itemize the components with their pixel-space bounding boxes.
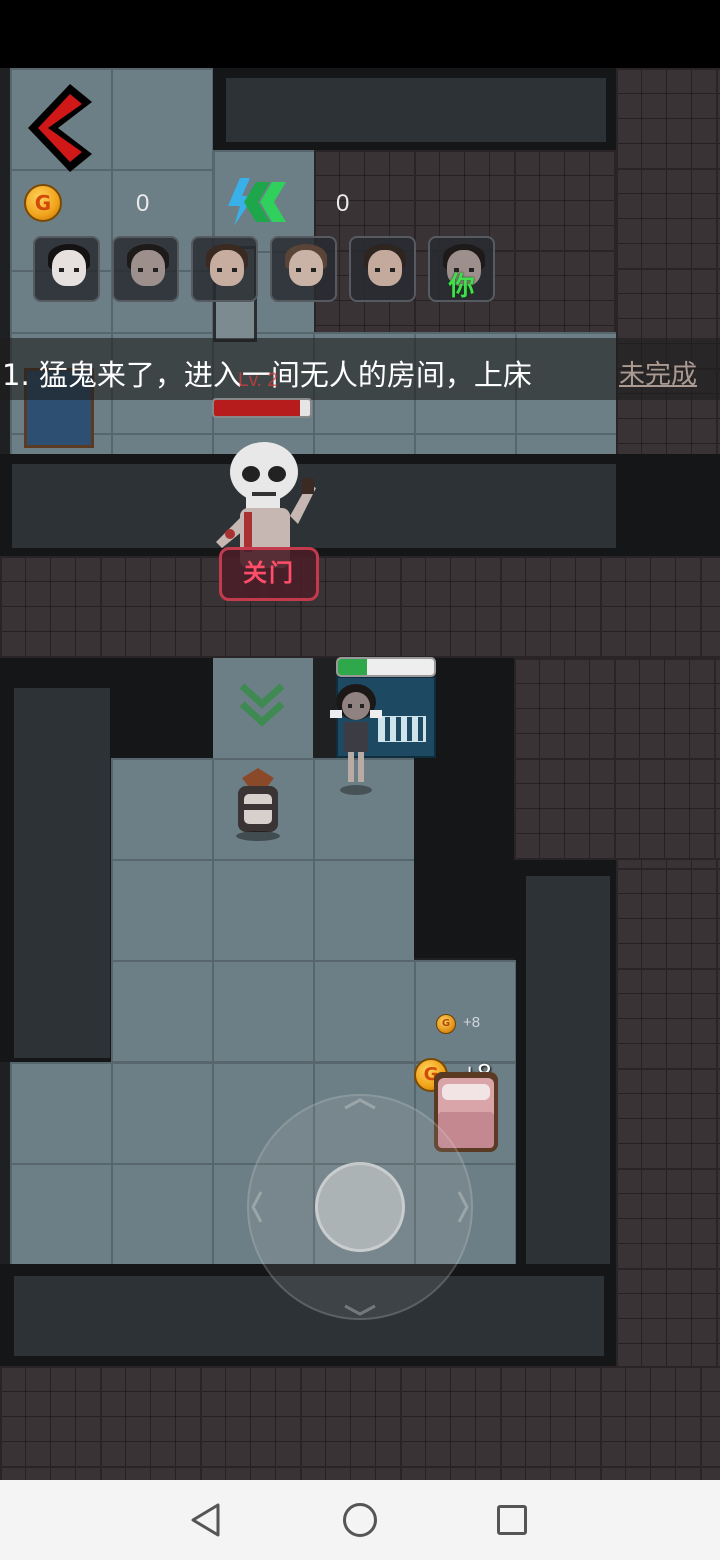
joystick-knob[interactable] [315,1162,405,1252]
player-health-bar [336,657,436,677]
avatar-eyes [138,268,158,272]
ghost-level: Lv. 2 [238,370,278,391]
nav-back-icon[interactable] [190,1502,222,1538]
girl-2-avatar[interactable] [349,236,416,302]
wall-middle-row [0,556,720,658]
coin-count: 0 [136,190,150,217]
self-avatar[interactable]: 你 [428,236,495,302]
nav-recents-icon[interactable] [497,1505,527,1535]
player-avatar-list: 你 [33,236,495,302]
task-status[interactable]: 未完成 [619,354,697,391]
player-health-fill [338,659,367,675]
energy-speed-icon [228,178,286,226]
wall-bottom-row [0,1366,720,1480]
boy-avatar[interactable] [270,236,337,302]
nav-home-icon[interactable] [343,1503,377,1537]
corridor-top-inner [226,78,606,142]
bow-girl-avatar[interactable] [112,236,179,302]
close-door-button[interactable]: 关门 [219,547,319,601]
avatar-eyes [217,268,237,272]
player-character [330,684,382,795]
ghost-health-bar [212,398,312,418]
avatar-eyes [296,268,316,272]
ghost-girl-avatar[interactable] [33,236,100,302]
status-bar [0,0,720,68]
corridor-left-inner [14,688,110,1058]
coin-icon: G [24,184,62,222]
back-arrow-icon[interactable] [22,80,96,176]
ghost-health-fill [214,400,301,416]
bed-upgrade-indicator [378,716,426,742]
coin-reward-small: +8 [463,1014,481,1031]
coin-small-icon: G [436,1014,456,1034]
girl-avatar[interactable] [191,236,258,302]
self-label: 你 [448,272,475,302]
avatar-eyes [375,268,395,272]
double-chevron-down-icon[interactable] [236,680,288,730]
avatar-eyes [59,268,79,272]
wall-right-block [514,658,720,860]
energy-count: 0 [336,190,350,217]
room-main-floor-mid [111,960,414,1062]
bucket-icon[interactable] [228,766,288,842]
